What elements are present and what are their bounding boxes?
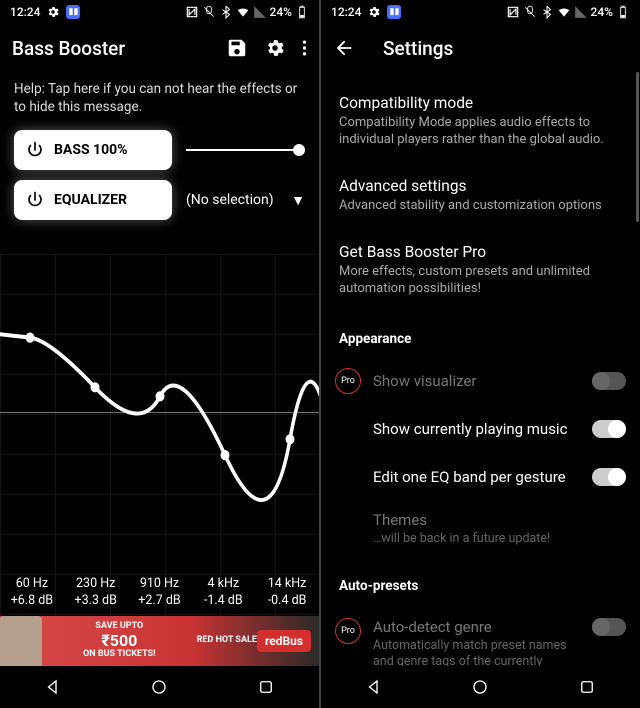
- nav-recent-icon[interactable]: [578, 678, 596, 696]
- toggle-eq-gesture[interactable]: Edit one EQ band per gesture: [321, 453, 640, 501]
- app-indicator-icon: ▮▮: [66, 5, 80, 19]
- gear-icon: [367, 5, 381, 19]
- bass-slider[interactable]: [186, 149, 305, 151]
- status-battery-pct: 24%: [591, 5, 613, 19]
- equalizer-graph[interactable]: 60 Hz+6.8 dB 230 Hz+3.3 dB 910 Hz+2.7 dB…: [0, 254, 319, 616]
- status-battery-pct: 24%: [270, 5, 292, 19]
- toggle-show-playing[interactable]: Show currently playing music: [321, 405, 640, 453]
- ad-text: SAVE UPTO ₹500 ON BUS TICKETS!: [42, 622, 197, 659]
- status-bar: 12:24 ▮▮ 24%: [0, 0, 319, 24]
- settings-icon[interactable]: [264, 37, 286, 59]
- help-message[interactable]: Help: Tap here if you can not hear the e…: [0, 72, 319, 130]
- equalizer-toggle-button[interactable]: EQUALIZER: [14, 180, 172, 220]
- main-controls: BASS 100% EQUALIZER (No selection) ▼: [0, 130, 319, 230]
- nfc-icon: [185, 5, 199, 19]
- nav-bar: [0, 666, 319, 708]
- battery-icon: [295, 5, 309, 19]
- ad-image: [0, 616, 42, 666]
- app-indicator-icon: ▮▮: [387, 5, 401, 19]
- pro-badge-icon: Pro: [335, 618, 361, 644]
- app-bar: Bass Booster: [0, 24, 319, 72]
- status-time: 12:24: [10, 5, 40, 19]
- status-bar: 12:24 ▮▮ 24%: [321, 0, 640, 24]
- slider-thumb[interactable]: [293, 144, 305, 156]
- pro-badge-icon: Pro: [335, 368, 361, 394]
- screen-settings: 12:24 ▮▮ 24% Settings Compatibility mode…: [321, 0, 640, 708]
- signal-icon: [574, 5, 588, 19]
- toggle-show-visualizer: Pro Show visualizer: [321, 357, 640, 405]
- back-icon[interactable]: [333, 37, 355, 59]
- mute-icon: [202, 5, 216, 19]
- switch-playing[interactable]: [592, 420, 626, 438]
- settings-list[interactable]: Compatibility mode Compatibility Mode ap…: [321, 72, 640, 666]
- power-icon: [26, 141, 44, 159]
- switch-eq-gesture[interactable]: [592, 468, 626, 486]
- bass-toggle-button[interactable]: BASS 100%: [14, 130, 172, 170]
- setting-themes: Themes …will be back in a future update!: [321, 501, 640, 557]
- nav-recent-icon[interactable]: [257, 678, 275, 696]
- app-title: Bass Booster: [12, 37, 210, 60]
- section-appearance: Appearance: [321, 311, 640, 357]
- nav-bar: [321, 666, 640, 708]
- scrollbar[interactable]: [636, 72, 639, 222]
- ad-tag: RED HOT SALE: [197, 636, 257, 646]
- switch-auto-detect: [592, 618, 626, 636]
- section-auto-presets: Auto-presets: [321, 558, 640, 604]
- signal-icon: [253, 5, 267, 19]
- bluetooth-icon: [219, 5, 233, 19]
- save-icon[interactable]: [226, 37, 248, 59]
- page-title: Settings: [383, 37, 628, 60]
- ad-banner[interactable]: SAVE UPTO ₹500 ON BUS TICKETS! RED HOT S…: [0, 616, 319, 666]
- gear-icon: [46, 5, 60, 19]
- nav-home-icon[interactable]: [471, 678, 489, 696]
- eq-band-labels: 60 Hz+6.8 dB 230 Hz+3.3 dB 910 Hz+2.7 dB…: [0, 576, 319, 610]
- bass-label: BASS 100%: [54, 142, 128, 158]
- preset-selector[interactable]: (No selection) ▼: [186, 192, 305, 209]
- nav-back-icon[interactable]: [365, 678, 383, 696]
- nav-back-icon[interactable]: [44, 678, 62, 696]
- power-icon: [26, 191, 44, 209]
- setting-get-pro[interactable]: Get Bass Booster Pro More effects, custo…: [321, 229, 640, 312]
- battery-icon: [616, 5, 630, 19]
- nav-home-icon[interactable]: [150, 678, 168, 696]
- wifi-icon: [557, 5, 571, 19]
- bluetooth-icon: [540, 5, 554, 19]
- ad-brand: redBus: [257, 630, 311, 652]
- mute-icon: [523, 5, 537, 19]
- switch-visualizer: [592, 372, 626, 390]
- preset-text: (No selection): [186, 192, 274, 208]
- chevron-down-icon: ▼: [291, 192, 305, 209]
- nfc-icon: [506, 5, 520, 19]
- wifi-icon: [236, 5, 250, 19]
- app-bar: Settings: [321, 24, 640, 72]
- screen-bass-booster: 12:24 ▮▮ 24% Bass Booster Help: Tap here…: [0, 0, 319, 708]
- overflow-icon[interactable]: [302, 37, 307, 59]
- equalizer-label: EQUALIZER: [54, 192, 127, 208]
- toggle-auto-detect: Pro Auto-detect genre Automatically matc…: [321, 604, 640, 666]
- status-time: 12:24: [331, 5, 361, 19]
- eq-curve: [0, 254, 319, 616]
- setting-compatibility[interactable]: Compatibility mode Compatibility Mode ap…: [321, 80, 640, 163]
- setting-advanced[interactable]: Advanced settings Advanced stability and…: [321, 163, 640, 229]
